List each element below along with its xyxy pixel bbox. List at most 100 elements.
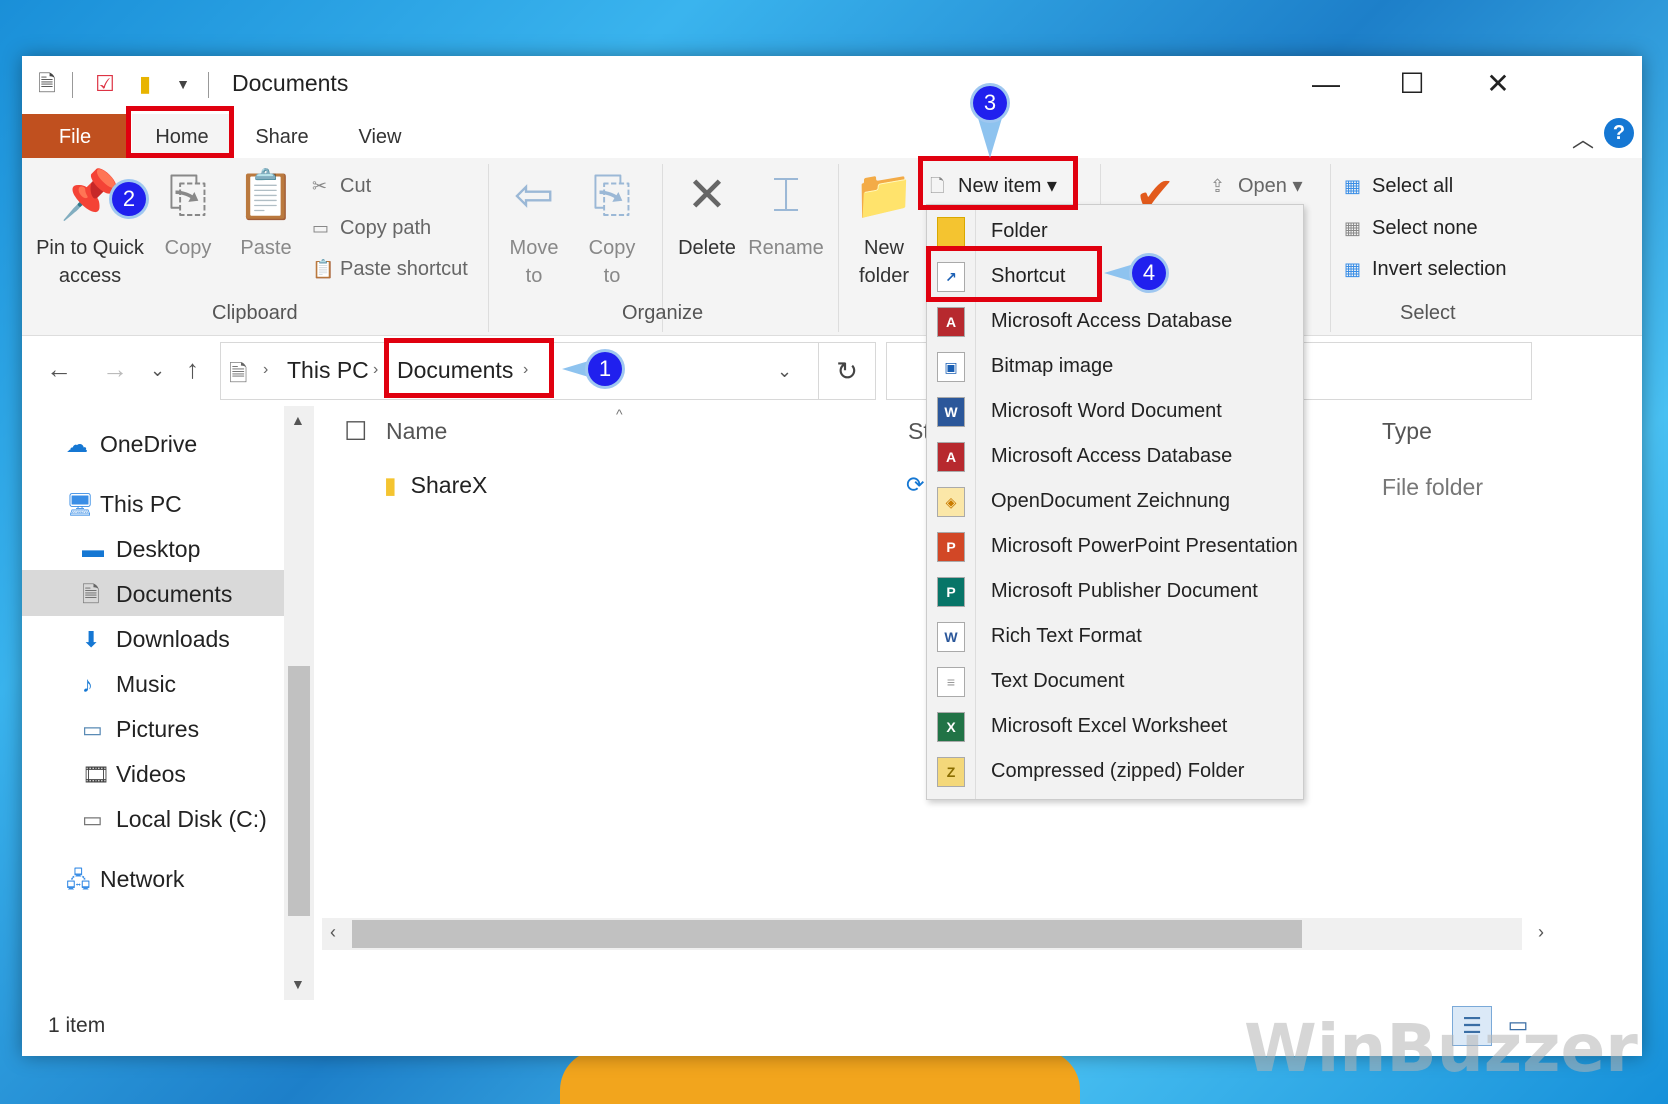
delete-button[interactable]: ✕ Delete — [672, 166, 742, 262]
maximize-button[interactable]: ☐ — [1382, 64, 1442, 104]
organize-group-label: Organize — [622, 302, 704, 324]
address-row: ← → ⌄ ↑ 🗎 › This PC › Documents › ⌄ ↻ — [22, 336, 1642, 406]
select-all-checkbox[interactable]: ☐ — [344, 416, 367, 447]
music-icon: ♪ — [82, 672, 93, 697]
menu-item-bitmap[interactable]: ▣ Bitmap image — [927, 344, 1303, 389]
window-title: Documents — [232, 70, 349, 96]
nav-item-network[interactable]: 🖧 Network — [66, 857, 184, 901]
menu-item-text[interactable]: ≡ Text Document — [927, 659, 1303, 704]
highlight-documents-breadcrumb — [384, 338, 554, 398]
nav-scrollbar-thumb[interactable] — [288, 666, 310, 916]
copy-path-button[interactable]: ▭ Copy path — [312, 214, 431, 242]
background-decoration — [560, 1050, 1080, 1104]
rename-icon: ⌶ — [771, 169, 801, 222]
scroll-right-icon[interactable]: › — [1538, 922, 1544, 943]
column-header-type[interactable]: Type — [1382, 418, 1432, 445]
videos-icon: 🎞 — [82, 762, 110, 787]
properties-icon[interactable]: 🗎 — [34, 70, 60, 98]
open-button[interactable]: ⇪ Open ▾ — [1210, 172, 1303, 200]
refresh-button[interactable]: ↻ — [818, 342, 876, 400]
disk-icon: ▭ — [82, 807, 103, 832]
copy-path-icon: ▭ — [312, 218, 330, 238]
recent-chevron-icon[interactable]: ⌄ — [150, 360, 165, 381]
forward-arrow-icon[interactable]: → — [102, 354, 128, 385]
file-name: ShareX — [410, 472, 488, 498]
back-arrow-icon[interactable]: ← — [46, 354, 72, 385]
nav-item-documents[interactable]: 🗎 Documents — [82, 572, 232, 616]
pc-icon: 🗎 — [229, 360, 248, 386]
chevron-down-icon[interactable]: ▼ — [170, 70, 196, 98]
scroll-left-icon[interactable]: ‹ — [330, 922, 336, 943]
up-arrow-icon[interactable]: ↑ — [186, 354, 199, 385]
checkmark-icon[interactable]: ☑ — [92, 70, 118, 98]
nav-item-local-disk[interactable]: ▭ Local Disk (C:) — [82, 797, 267, 841]
invert-selection-button[interactable]: ▦ Invert selection — [1344, 255, 1507, 283]
scroll-up-icon[interactable]: ▲ — [291, 412, 305, 428]
scroll-down-icon[interactable]: ▼ — [291, 976, 305, 992]
folder-icon[interactable]: ▮ — [132, 70, 158, 98]
move-icon: ⇦ — [513, 169, 555, 222]
nav-item-music[interactable]: ♪ Music — [82, 662, 176, 706]
title-bar: 🗎 ☑ ▮ ▼ Documents — ☐ ✕ — [22, 56, 1642, 114]
select-none-icon: ▦ — [1344, 218, 1362, 238]
breadcrumb-chevron-icon: › — [263, 361, 269, 378]
table-row[interactable]: ▮ ShareX — [384, 472, 487, 499]
nav-scrollbar[interactable]: ▲ ▼ — [284, 406, 314, 1000]
cut-button[interactable]: ✂ Cut — [312, 172, 371, 200]
menu-item-excel[interactable]: X Microsoft Excel Worksheet — [927, 704, 1303, 749]
bitmap-icon: ▣ — [937, 352, 965, 382]
menu-item-opendocument[interactable]: ◈ OpenDocument Zeichnung — [927, 479, 1303, 524]
menu-item-publisher[interactable]: P Microsoft Publisher Document — [927, 569, 1303, 614]
nav-item-downloads[interactable]: ⬇ Downloads — [82, 617, 230, 661]
column-header-name[interactable]: Name — [386, 418, 447, 445]
copy-to-icon: ⎘ — [592, 169, 632, 222]
highlight-new-item — [918, 156, 1078, 210]
close-button[interactable]: ✕ — [1468, 64, 1528, 104]
menu-item-zip[interactable]: Z Compressed (zipped) Folder — [927, 749, 1303, 794]
refresh-icon: ↻ — [836, 356, 858, 386]
horizontal-scrollbar[interactable]: ‹ › — [322, 918, 1544, 950]
tab-share[interactable]: Share — [242, 114, 322, 160]
minimize-button[interactable]: — — [1296, 64, 1356, 104]
paste-button[interactable]: 📋 Paste — [234, 166, 298, 262]
rename-button[interactable]: ⌶ Rename — [748, 166, 824, 262]
menu-item-rtf[interactable]: W Rich Text Format — [927, 614, 1303, 659]
tab-file[interactable]: File — [22, 114, 128, 160]
help-icon[interactable]: ? — [1604, 118, 1634, 148]
winbuzzer-watermark: WinBuzzer — [1244, 1010, 1638, 1087]
paste-shortcut-button[interactable]: 📋 Paste shortcut — [312, 255, 468, 283]
copy-button[interactable]: ⎘ Copy — [158, 166, 218, 262]
select-all-button[interactable]: ▦ Select all — [1344, 172, 1453, 200]
step-marker-2: 2 — [112, 182, 146, 216]
select-none-button[interactable]: ▦ Select none — [1344, 214, 1478, 242]
explorer-window: 🗎 ☑ ▮ ▼ Documents — ☐ ✕ File Home Share … — [22, 56, 1642, 1056]
paste-shortcut-icon: 📋 — [312, 259, 335, 279]
horizontal-scrollbar-thumb[interactable] — [352, 920, 1302, 948]
nav-item-desktop[interactable]: ▬ Desktop — [82, 527, 200, 571]
sort-arrow-icon: ^ — [616, 406, 623, 422]
select-all-icon: ▦ — [1344, 176, 1362, 196]
menu-item-access-database-2[interactable]: A Microsoft Access Database — [927, 434, 1303, 479]
menu-item-powerpoint[interactable]: P Microsoft PowerPoint Presentation — [927, 524, 1303, 569]
step-marker-4: 4 — [1132, 256, 1166, 290]
ribbon-tabs: File Home Share View — [22, 114, 1642, 160]
menu-item-access-database[interactable]: A Microsoft Access Database — [927, 299, 1303, 344]
nav-item-this-pc[interactable]: 🖥 This PC — [66, 482, 182, 526]
cloud-icon: ☁ — [66, 432, 88, 457]
nav-item-videos[interactable]: 🎞 Videos — [82, 752, 186, 796]
nav-item-onedrive[interactable]: ☁ OneDrive — [66, 422, 197, 466]
new-folder-button[interactable]: 📁 New folder — [852, 166, 916, 290]
ribbon: 📌 Pin to Quick access ⎘ Copy 📋 Paste ✂ Cu… — [22, 158, 1642, 336]
select-group-label: Select — [1400, 302, 1456, 324]
excel-icon: X — [937, 712, 965, 742]
nav-item-pictures[interactable]: ▭ Pictures — [82, 707, 199, 751]
highlight-shortcut — [926, 246, 1102, 302]
tab-view[interactable]: View — [340, 114, 420, 160]
move-to-button[interactable]: ⇦ Move to — [506, 166, 562, 290]
address-dropdown-icon[interactable]: ⌄ — [777, 361, 792, 382]
collapse-ribbon-icon[interactable]: ︿ — [1572, 122, 1594, 154]
zip-folder-icon: Z — [937, 757, 965, 787]
breadcrumb-this-pc[interactable]: This PC — [287, 357, 369, 384]
menu-item-word[interactable]: W Microsoft Word Document — [927, 389, 1303, 434]
copy-to-button[interactable]: ⎘ Copy to — [584, 166, 640, 290]
